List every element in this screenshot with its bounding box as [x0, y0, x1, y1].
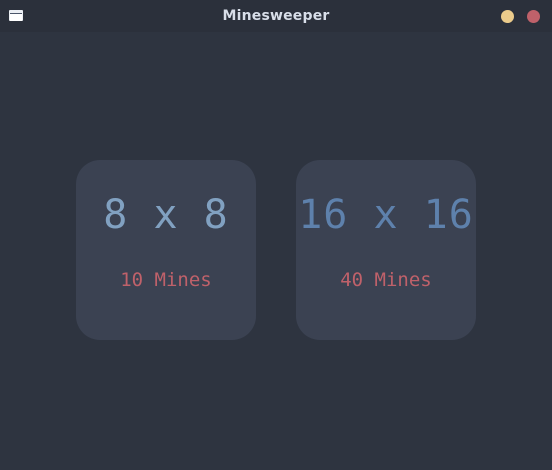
difficulty-16x16-button[interactable]: 16 x 16 40 Mines — [296, 160, 476, 340]
minimize-button[interactable] — [501, 10, 514, 23]
difficulty-8x8-button[interactable]: 8 x 8 10 Mines — [76, 160, 256, 340]
close-button[interactable] — [527, 10, 540, 23]
board-size-label: 8 x 8 — [103, 192, 229, 238]
mine-count-label: 40 Mines — [340, 269, 432, 291]
minesweeper-window: Minesweeper 8 x 8 10 Mines 16 x 16 40 Mi… — [0, 0, 552, 470]
board-size-label: 16 x 16 — [298, 192, 474, 238]
mine-count-label: 10 Mines — [120, 269, 212, 291]
window-title: Minesweeper — [222, 8, 330, 24]
title-bar[interactable]: Minesweeper — [0, 0, 552, 32]
